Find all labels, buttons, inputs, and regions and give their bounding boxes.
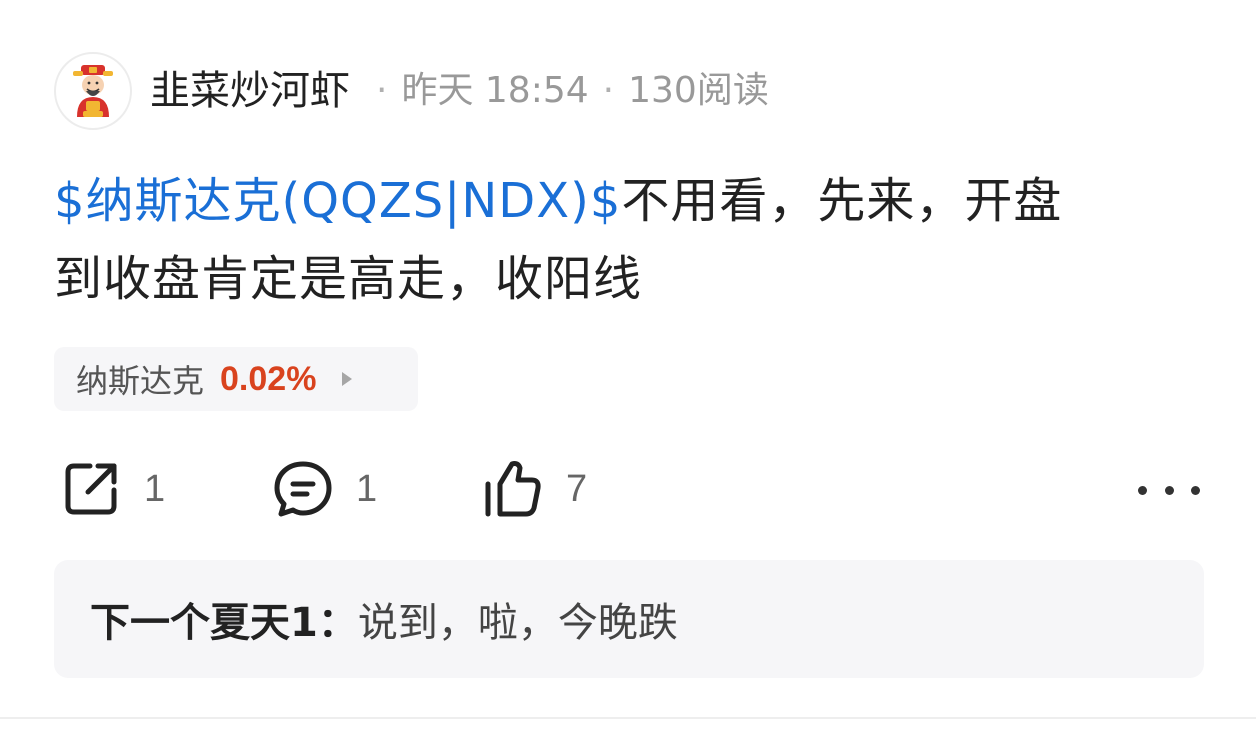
share-count: 1 xyxy=(144,467,166,510)
more-dots-icon xyxy=(1191,485,1200,495)
more-dots-icon xyxy=(1164,485,1174,495)
share-button[interactable]: 1 xyxy=(60,458,165,520)
post-body: $纳斯达克(QQZS|NDX)$不用看，先来，开盘 到收盘肯定是高走，收阳线 xyxy=(54,162,1214,318)
divider xyxy=(0,717,1256,719)
meta-separator: · xyxy=(602,70,615,111)
post-text-line2: 到收盘肯定是高走，收阳线 xyxy=(54,251,643,307)
meta-separator: · xyxy=(376,70,388,111)
read-count: 130阅读 xyxy=(628,70,769,111)
chip-stock-change: 0.02% xyxy=(220,359,317,398)
comment-preview[interactable]: 下一个夏天1： 说到，啦，今晚跌 xyxy=(54,560,1204,678)
chip-stock-name: 纳斯达克 xyxy=(76,362,205,400)
comment-author[interactable]: 下一个夏天1： xyxy=(90,590,358,648)
chevron-right-icon xyxy=(342,372,353,386)
like-count: 7 xyxy=(566,467,588,510)
more-options-button[interactable] xyxy=(1138,470,1200,510)
more-dots-icon xyxy=(1138,485,1147,495)
stock-tag-link[interactable]: $纳斯达克(QQZS|NDX)$ xyxy=(54,173,621,229)
post-time: 昨天 18:54 xyxy=(401,70,589,111)
avatar[interactable] xyxy=(54,52,132,130)
caishen-avatar-icon xyxy=(73,65,113,117)
comment-text: 说到，啦，今晚跌 xyxy=(357,600,678,646)
like-button[interactable]: 7 xyxy=(482,458,587,520)
post-meta: · 昨天 18:54 · 130阅读 xyxy=(362,73,769,109)
comment-icon xyxy=(274,461,332,517)
thumbs-up-icon xyxy=(485,461,541,517)
comment-count: 1 xyxy=(356,467,378,510)
author-name[interactable]: 韭菜炒河虾 xyxy=(150,71,350,111)
post-text-line1: 不用看，先来，开盘 xyxy=(621,173,1063,229)
stock-quote-chip[interactable]: 纳斯达克 0.02% xyxy=(54,347,418,411)
comment-button[interactable]: 1 xyxy=(272,458,377,520)
share-icon xyxy=(65,463,117,515)
post-header: 韭菜炒河虾 · 昨天 18:54 · 130阅读 xyxy=(54,50,769,132)
